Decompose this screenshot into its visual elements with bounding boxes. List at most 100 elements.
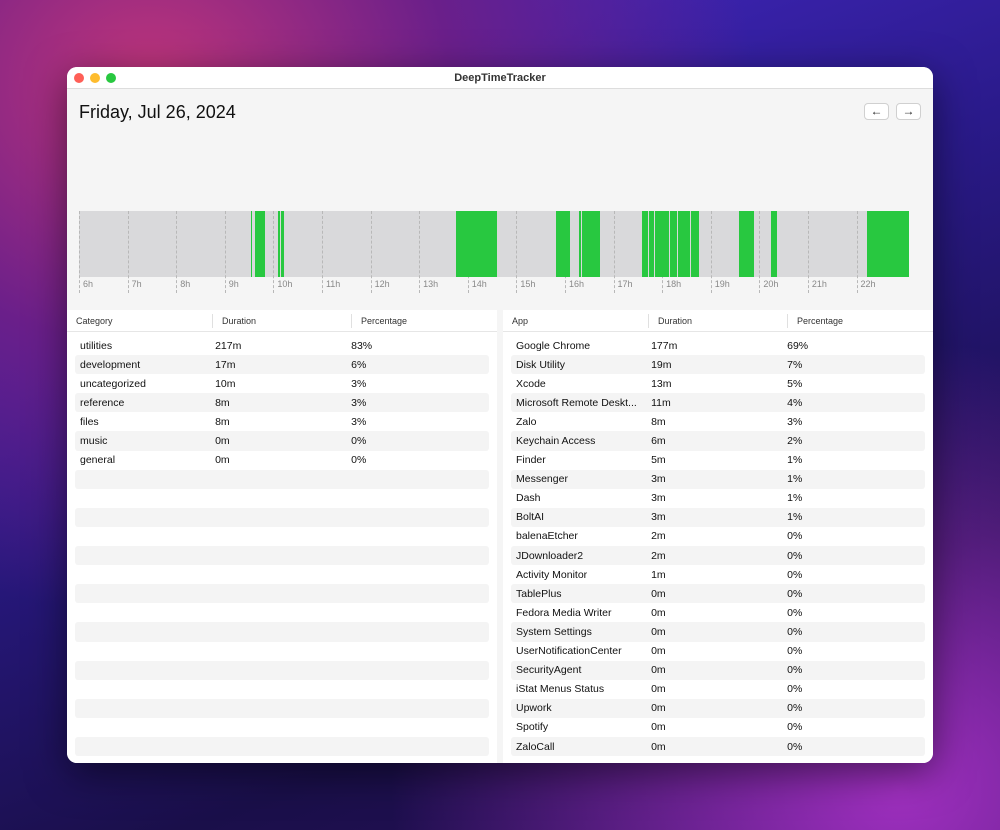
column-header-percentage[interactable]: Percentage [787, 313, 933, 328]
name-cell: TablePlus [516, 587, 562, 600]
table-row[interactable] [75, 565, 489, 584]
table-row[interactable]: Messenger 3m 1% [511, 469, 925, 489]
table-row[interactable]: SecurityAgent 0m 0% [511, 660, 925, 680]
table-row[interactable]: Upwork 0m 0% [511, 698, 925, 718]
table-row[interactable] [75, 603, 489, 622]
table-row[interactable]: System Settings 0m 0% [511, 622, 925, 642]
table-row[interactable] [75, 698, 489, 718]
table-row[interactable] [75, 546, 489, 566]
table-row[interactable]: Google Chrome 177m 69% [511, 336, 925, 355]
percentage-cell: 0% [787, 702, 803, 715]
table-row[interactable] [75, 642, 489, 661]
column-header-percentage[interactable]: Percentage [351, 313, 497, 328]
table-row[interactable]: Fedora Media Writer 0m 0% [511, 603, 925, 622]
table-row[interactable]: Activity Monitor 1m 0% [511, 565, 925, 584]
table-row[interactable]: general 0m 0% [75, 451, 489, 470]
table-row[interactable]: utilities 217m 83% [75, 336, 489, 355]
name-cell: BoltAI [516, 511, 545, 524]
app-window: DeepTimeTracker Friday, Jul 26, 2024 ← →… [67, 67, 933, 763]
table-row[interactable]: TablePlus 0m 0% [511, 584, 925, 604]
hour-tick: 9h [224, 211, 239, 293]
minimize-button[interactable] [90, 73, 100, 83]
table-row[interactable]: Spotify 0m 0% [511, 718, 925, 737]
column-header-duration[interactable]: Duration [212, 313, 351, 328]
activity-timeline: 6h 7h 8h 9h 10h 11h 12h 13h 14h 15h 16h 17h 18h 19h 20… [79, 211, 909, 293]
table-row[interactable] [75, 680, 489, 699]
table-row[interactable] [75, 527, 489, 546]
table-row[interactable] [75, 469, 489, 489]
column-header-category[interactable]: Category [67, 314, 212, 328]
table-row[interactable] [75, 660, 489, 680]
percentage-cell: 1% [787, 473, 803, 486]
activity-segment[interactable] [281, 211, 285, 277]
activity-segment[interactable] [649, 211, 654, 277]
table-row[interactable]: Microsoft Remote Deskt... 11m 4% [511, 393, 925, 413]
activity-segment[interactable] [690, 211, 700, 277]
hour-tick: 7h [127, 211, 142, 293]
activity-segment[interactable] [654, 211, 670, 277]
zoom-button[interactable] [106, 73, 116, 83]
duration-cell: 217m [215, 339, 242, 352]
name-cell: ZaloCall [516, 740, 555, 753]
table-row[interactable]: Xcode 13m 5% [511, 374, 925, 393]
name-cell: Finder [516, 454, 546, 467]
name-cell: Microsoft Remote Deskt... [516, 396, 637, 409]
activity-segment[interactable] [581, 211, 600, 277]
table-row[interactable] [75, 507, 489, 527]
activity-segment[interactable] [579, 211, 581, 277]
hour-label: 18h [666, 279, 682, 289]
table-row[interactable] [75, 736, 489, 757]
activity-segment[interactable] [739, 211, 754, 277]
activity-segment[interactable] [670, 211, 678, 277]
table-row[interactable]: Finder 5m 1% [511, 451, 925, 470]
activity-segment[interactable] [678, 211, 690, 277]
column-header-app[interactable]: App [503, 314, 648, 328]
activity-segment[interactable] [254, 211, 266, 277]
activity-segment[interactable] [867, 211, 909, 277]
column-header-duration[interactable]: Duration [648, 313, 787, 328]
name-cell: reference [80, 396, 125, 409]
percentage-cell: 2% [787, 435, 803, 448]
hour-tick: 17h [613, 211, 633, 293]
activity-segment[interactable] [455, 211, 497, 277]
table-row[interactable] [75, 622, 489, 642]
table-row[interactable]: music 0m 0% [75, 431, 489, 451]
hour-tick: 10h [273, 211, 292, 293]
previous-day-button[interactable]: ← [864, 103, 889, 120]
name-cell: balenaEtcher [516, 530, 578, 543]
activity-segment[interactable] [641, 211, 649, 277]
activity-segment[interactable] [770, 211, 778, 277]
table-row[interactable]: reference 8m 3% [75, 393, 489, 413]
percentage-cell: 0% [787, 568, 803, 581]
name-cell: iStat Menus Status [516, 683, 605, 696]
name-cell: Messenger [516, 473, 568, 486]
table-row[interactable] [75, 584, 489, 604]
hour-label: 10h [277, 279, 293, 289]
table-row[interactable]: Keychain Access 6m 2% [511, 431, 925, 451]
table-row[interactable]: files 8m 3% [75, 412, 489, 431]
activity-segment[interactable] [251, 211, 253, 277]
table-row[interactable]: UserNotificationCenter 0m 0% [511, 642, 925, 661]
activity-segment[interactable] [555, 211, 563, 277]
table-row[interactable]: uncategorized 10m 3% [75, 374, 489, 393]
table-row[interactable]: Dash 3m 1% [511, 489, 925, 508]
next-day-button[interactable]: → [896, 103, 921, 120]
table-row[interactable]: Disk Utility 19m 7% [511, 355, 925, 375]
name-cell: development [80, 358, 141, 371]
table-row[interactable] [75, 718, 489, 737]
table-row[interactable]: Zalo 8m 3% [511, 412, 925, 431]
category-table: Category Duration Percentage utilities 21… [67, 310, 497, 763]
close-button[interactable] [74, 73, 84, 83]
table-row[interactable] [75, 489, 489, 508]
table-row[interactable]: iStat Menus Status 0m 0% [511, 680, 925, 699]
table-row[interactable]: balenaEtcher 2m 0% [511, 527, 925, 546]
hour-label: 8h [180, 279, 191, 289]
table-row[interactable]: development 17m 6% [75, 355, 489, 375]
table-row[interactable]: ZaloCall 0m 0% [511, 736, 925, 757]
activity-segment[interactable] [277, 211, 281, 277]
date-title: Friday, Jul 26, 2024 [79, 102, 236, 122]
activity-segment[interactable] [563, 211, 570, 277]
table-row[interactable]: BoltAI 3m 1% [511, 507, 925, 527]
table-row[interactable]: JDownloader2 2m 0% [511, 546, 925, 566]
hour-label: 12h [374, 279, 390, 289]
